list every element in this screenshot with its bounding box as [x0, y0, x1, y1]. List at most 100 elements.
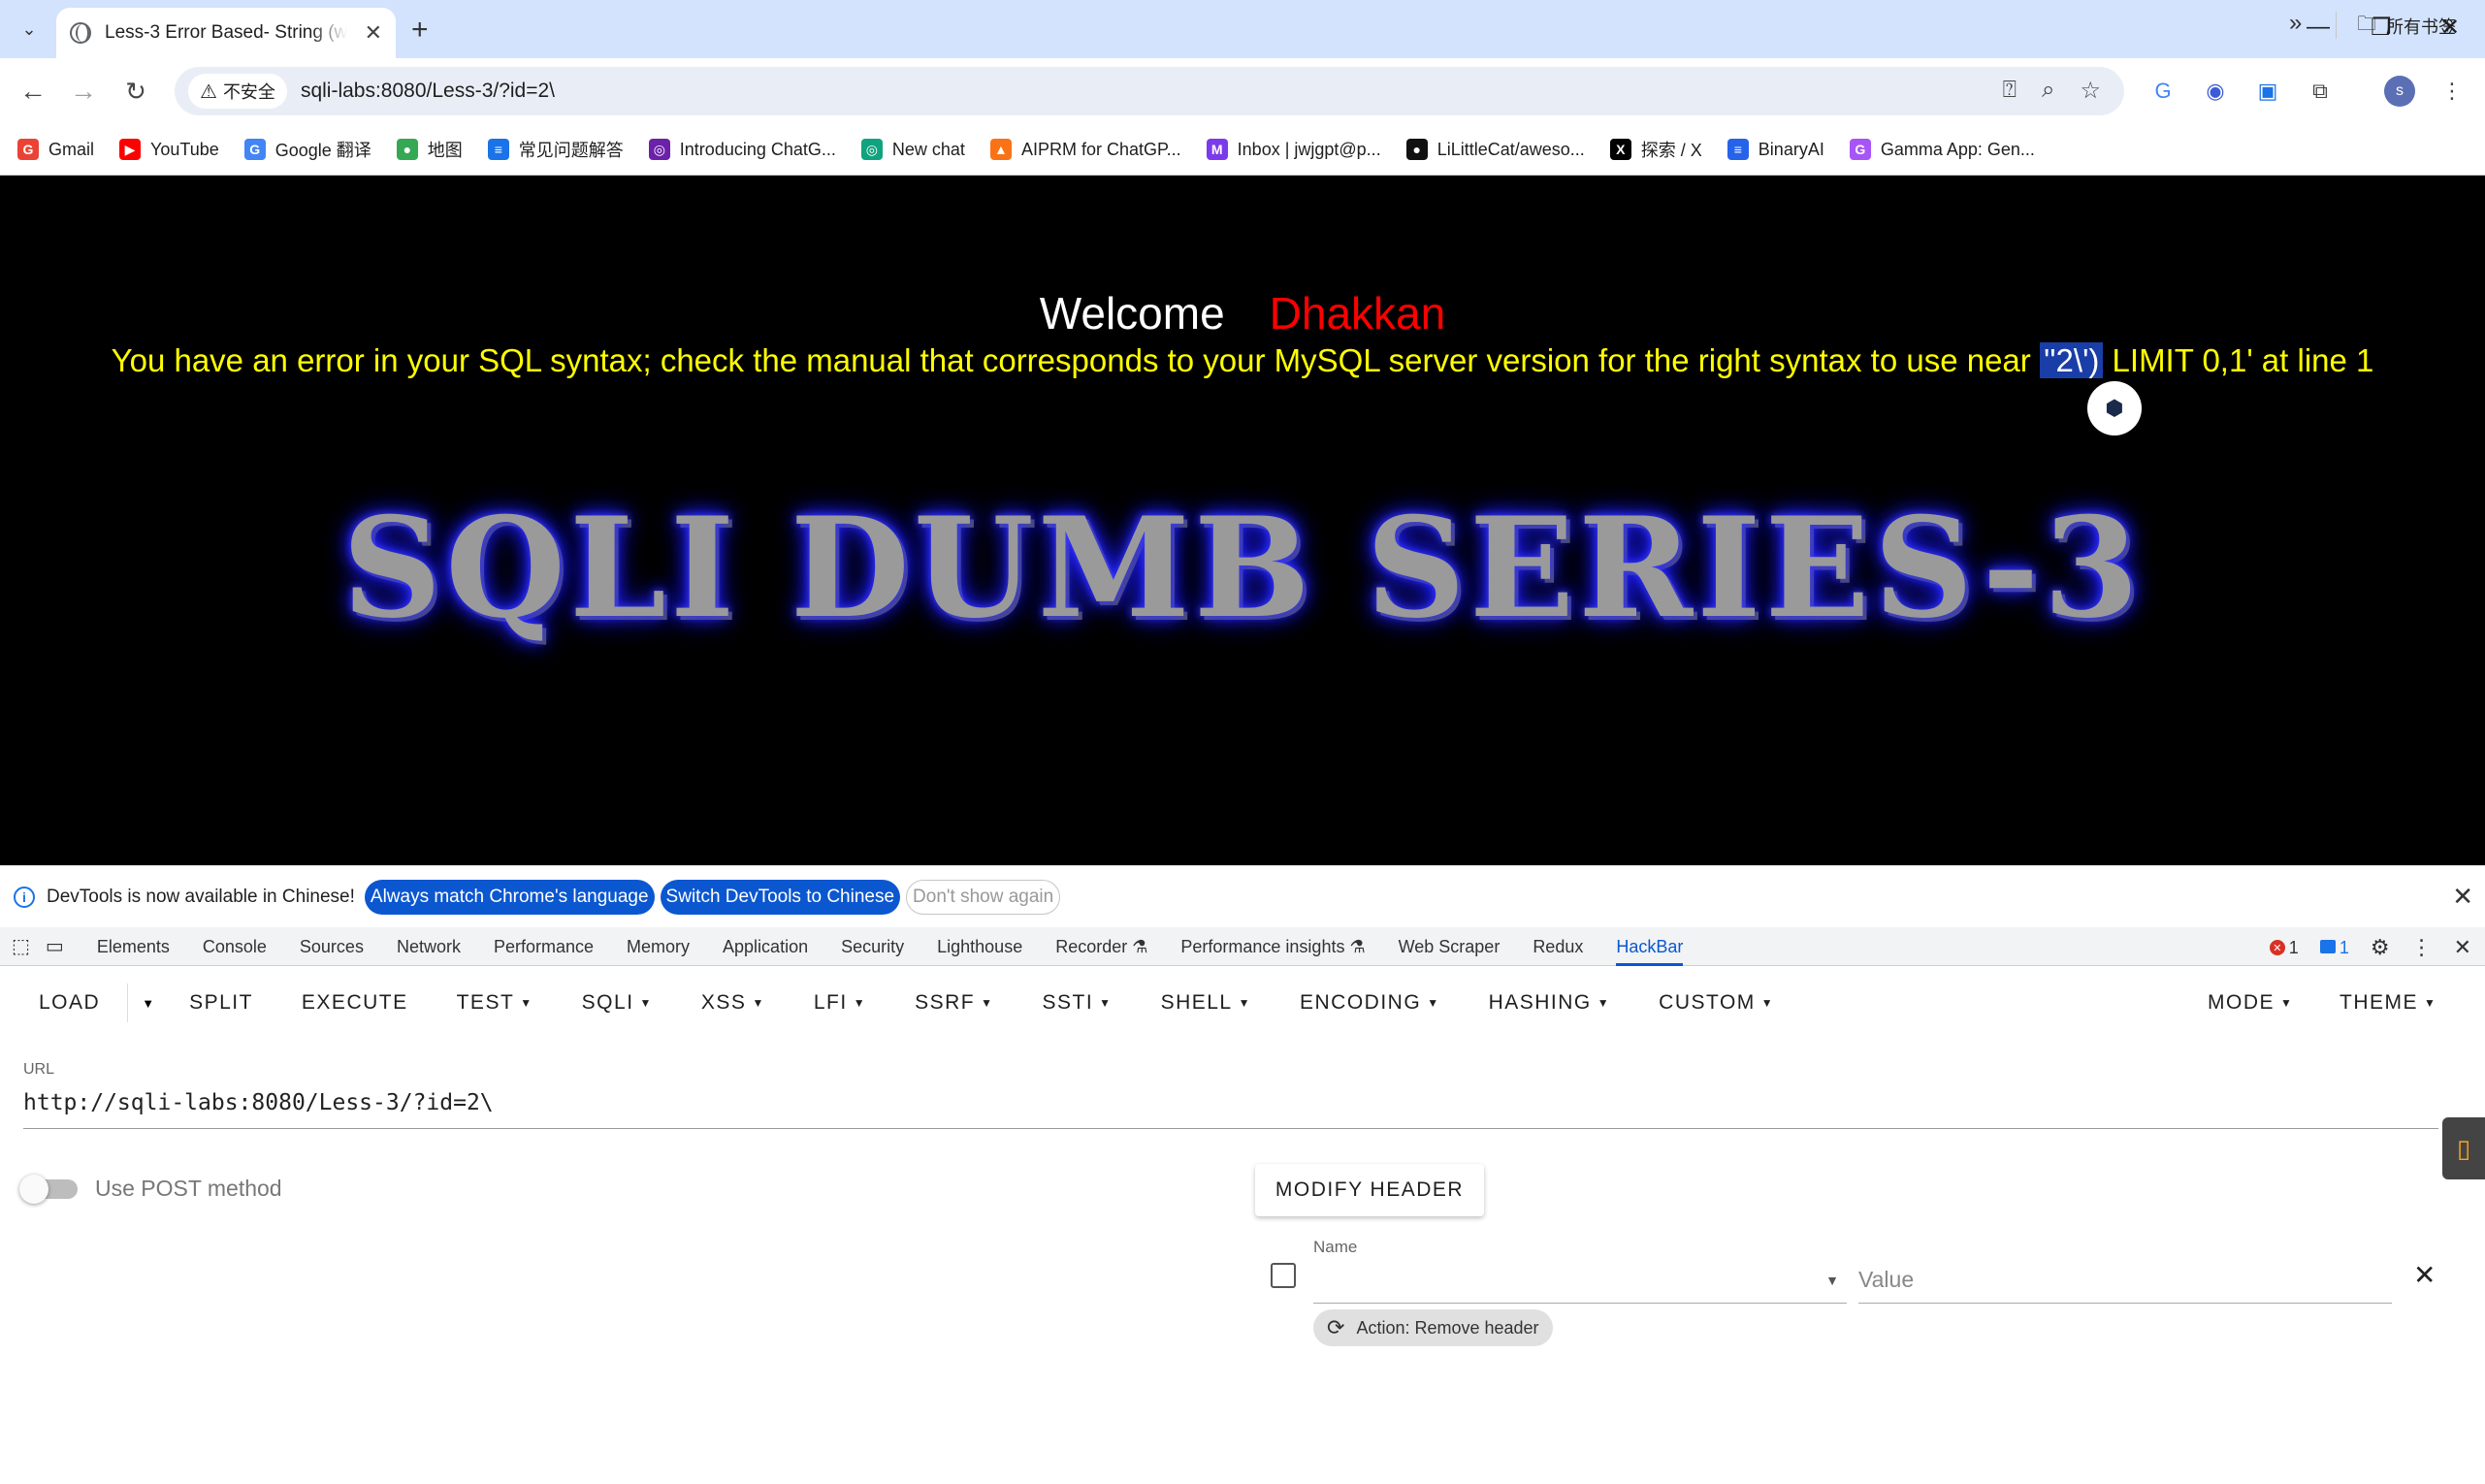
menu-kebab-icon[interactable]: ⋮: [2435, 74, 2469, 109]
bookmark-item[interactable]: ≡ 常见问题解答: [487, 137, 624, 162]
close-icon[interactable]: ✕: [2452, 882, 2473, 912]
post-method-toggle[interactable]: Use POST method: [19, 1174, 282, 1204]
test-menu[interactable]: TEST ▼: [457, 991, 533, 1015]
bookmark-item[interactable]: G Gamma App: Gen...: [1849, 139, 2035, 160]
devtools-tab[interactable]: HackBar: [1616, 927, 1684, 966]
devtools-tab[interactable]: Performance insights ⚗: [1180, 927, 1365, 966]
bookmark-label: 地图: [427, 141, 463, 160]
header-name-select[interactable]: ▼: [1313, 1261, 1847, 1304]
toggle-track[interactable]: [19, 1174, 78, 1204]
toggle-knob[interactable]: [19, 1174, 48, 1204]
devtools-tab[interactable]: Sources: [300, 927, 364, 966]
address-bar[interactable]: ⚠ 不安全 sqli-labs:8080/Less-3/?id=2\ ⍰ ⌕ ☆: [175, 67, 2124, 115]
header-enable-checkbox[interactable]: [1271, 1263, 1296, 1288]
bookmark-item[interactable]: ◎ New chat: [860, 139, 965, 160]
bookmark-item[interactable]: ● 地图: [396, 137, 463, 162]
execute-button[interactable]: EXECUTE: [302, 991, 408, 1015]
device-toolbar-icon[interactable]: ▭: [46, 934, 64, 958]
bookmark-item[interactable]: G Google 翻译: [243, 137, 371, 162]
mode-label: MODE: [2208, 991, 2275, 1014]
bookmark-label: LiLittleCat/aweso...: [1436, 139, 1585, 159]
bookmark-label: 常见问题解答: [518, 141, 624, 160]
devtools-menu-icon[interactable]: ⋮: [2411, 935, 2433, 960]
modify-header-button[interactable]: MODIFY HEADER: [1255, 1164, 1484, 1216]
url-text[interactable]: sqli-labs:8080/Less-3/?id=2\: [301, 80, 555, 103]
devtools-tab[interactable]: Network: [397, 927, 461, 966]
shell-label: SHELL: [1160, 991, 1233, 1014]
always-match-language-button[interactable]: Always match Chrome's language: [364, 879, 655, 915]
close-tab-icon[interactable]: ✕: [365, 20, 382, 46]
header-value-input[interactable]: Value: [1858, 1261, 2392, 1304]
message-count-badge[interactable]: 1: [2319, 938, 2349, 958]
devtools-tab[interactable]: Console: [203, 927, 267, 966]
bookmark-item[interactable]: ◎ Introducing ChatG...: [648, 139, 836, 160]
extensions-puzzle-icon[interactable]: ⧉: [2303, 74, 2338, 109]
extension-app-icon[interactable]: ▣: [2250, 74, 2285, 109]
devtools-tab[interactable]: Elements: [97, 927, 170, 966]
inspect-element-icon[interactable]: ⬚: [12, 934, 30, 958]
bookmark-label: Google 翻译: [274, 141, 371, 160]
zoom-icon[interactable]: ⌕: [2042, 77, 2054, 105]
google-translate-ext-icon[interactable]: G: [2146, 74, 2180, 109]
devtools-tab[interactable]: Lighthouse: [937, 927, 1022, 966]
translate-icon[interactable]: ⍰: [2003, 77, 2017, 105]
bookmark-item[interactable]: G Gmail: [17, 139, 94, 160]
lfi-menu[interactable]: LFI ▼: [814, 991, 866, 1015]
new-tab-button[interactable]: +: [411, 14, 429, 47]
bookmark-item[interactable]: X 探索 / X: [1609, 137, 1702, 162]
all-bookmarks[interactable]: 🗀 所有书签: [2357, 10, 2456, 43]
bookmark-label: YouTube: [150, 139, 219, 159]
devtools-tab[interactable]: Performance: [494, 927, 594, 966]
dont-show-again-button[interactable]: Don't show again: [906, 879, 1061, 915]
bookmark-item[interactable]: ≡ BinaryAI: [1727, 139, 1824, 160]
bookmark-item[interactable]: ▶ YouTube: [119, 139, 219, 160]
back-button[interactable]: ←: [14, 72, 52, 111]
sqli-menu[interactable]: SQLI ▼: [582, 991, 653, 1015]
theme-menu[interactable]: THEME ▼: [2340, 991, 2437, 1015]
star-icon[interactable]: ☆: [2080, 77, 2101, 105]
settings-gear-icon[interactable]: ⚙: [2371, 935, 2390, 960]
shell-menu[interactable]: SHELL ▼: [1161, 991, 1251, 1015]
remove-header-icon[interactable]: ✕: [2413, 1259, 2436, 1291]
bookmark-item[interactable]: ● LiLittleCat/aweso...: [1405, 139, 1585, 160]
security-label: 不安全: [222, 82, 275, 102]
error-count-badge[interactable]: ✕ 1: [2269, 938, 2299, 958]
xss-menu[interactable]: XSS ▼: [701, 991, 765, 1015]
extension-face-icon[interactable]: ◉: [2198, 74, 2233, 109]
ssti-menu[interactable]: SSTI ▼: [1042, 991, 1112, 1015]
mode-menu[interactable]: MODE ▼: [2208, 991, 2293, 1015]
browser-tab-active[interactable]: Less-3 Error Based- String (with Twist) …: [56, 8, 396, 58]
bookmark-item[interactable]: M Inbox | jwjgpt@p...: [1206, 139, 1381, 160]
side-panel-handle[interactable]: ▯: [2442, 1117, 2485, 1179]
custom-menu[interactable]: CUSTOM ▼: [1659, 991, 1774, 1015]
devtools-tab[interactable]: Memory: [627, 927, 690, 966]
close-devtools-icon[interactable]: ✕: [2454, 935, 2471, 960]
sqli-label: SQLI: [581, 991, 634, 1014]
profile-avatar[interactable]: s: [2384, 76, 2415, 107]
devtools-tab[interactable]: Security: [841, 927, 904, 966]
load-button[interactable]: LOAD: [39, 991, 100, 1015]
encoding-menu[interactable]: ENCODING ▼: [1300, 991, 1440, 1015]
forward-button[interactable]: →: [64, 72, 103, 111]
minimize-icon[interactable]: —: [2307, 14, 2330, 41]
bookmark-label: BinaryAI: [1758, 139, 1824, 159]
action-remove-header-chip[interactable]: ⟳ Action: Remove header: [1313, 1309, 1553, 1346]
devtools-tab[interactable]: Application: [723, 927, 808, 966]
test-label: TEST: [456, 991, 515, 1014]
bookmarks-overflow-icon[interactable]: »: [2289, 10, 2302, 37]
info-icon: i: [14, 886, 35, 908]
hashing-menu[interactable]: HASHING ▼: [1489, 991, 1611, 1015]
reload-button[interactable]: ↻: [116, 72, 155, 111]
tab-search-button[interactable]: ⌄: [12, 12, 47, 47]
floating-assistant-button[interactable]: ⬢: [2087, 381, 2142, 436]
bookmark-item[interactable]: ▲ AIPRM for ChatGP...: [989, 139, 1181, 160]
load-dropdown-caret[interactable]: ▼: [127, 984, 154, 1022]
devtools-tab[interactable]: Recorder ⚗: [1055, 927, 1147, 966]
security-chip[interactable]: ⚠ 不安全: [188, 74, 287, 109]
devtools-tab[interactable]: Redux: [1533, 927, 1583, 966]
ssrf-menu[interactable]: SSRF ▼: [915, 991, 993, 1015]
switch-to-chinese-button[interactable]: Switch DevTools to Chinese: [660, 879, 901, 915]
split-button[interactable]: SPLIT: [189, 991, 253, 1015]
devtools-tab[interactable]: Web Scraper: [1399, 927, 1501, 966]
hackbar-url-input[interactable]: http://sqli-labs:8080/Less-3/?id=2\: [23, 1090, 2438, 1129]
